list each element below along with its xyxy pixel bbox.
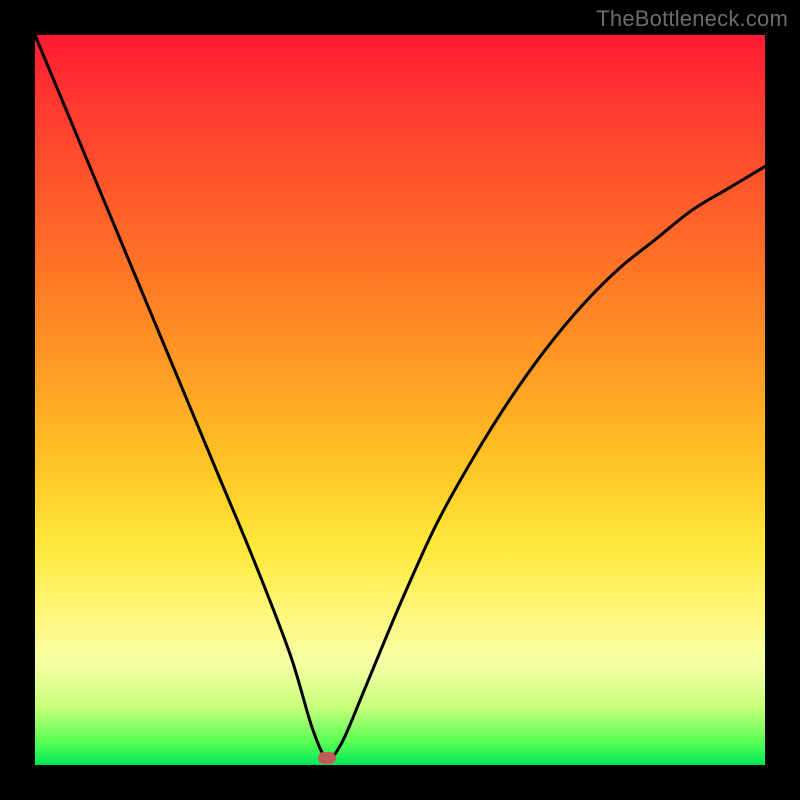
bottleneck-curve [35,35,765,765]
plot-area [35,35,765,765]
curve-path [35,35,765,758]
watermark-text: TheBottleneck.com [596,6,788,32]
optimal-point-marker [318,752,336,764]
chart-frame: TheBottleneck.com [0,0,800,800]
